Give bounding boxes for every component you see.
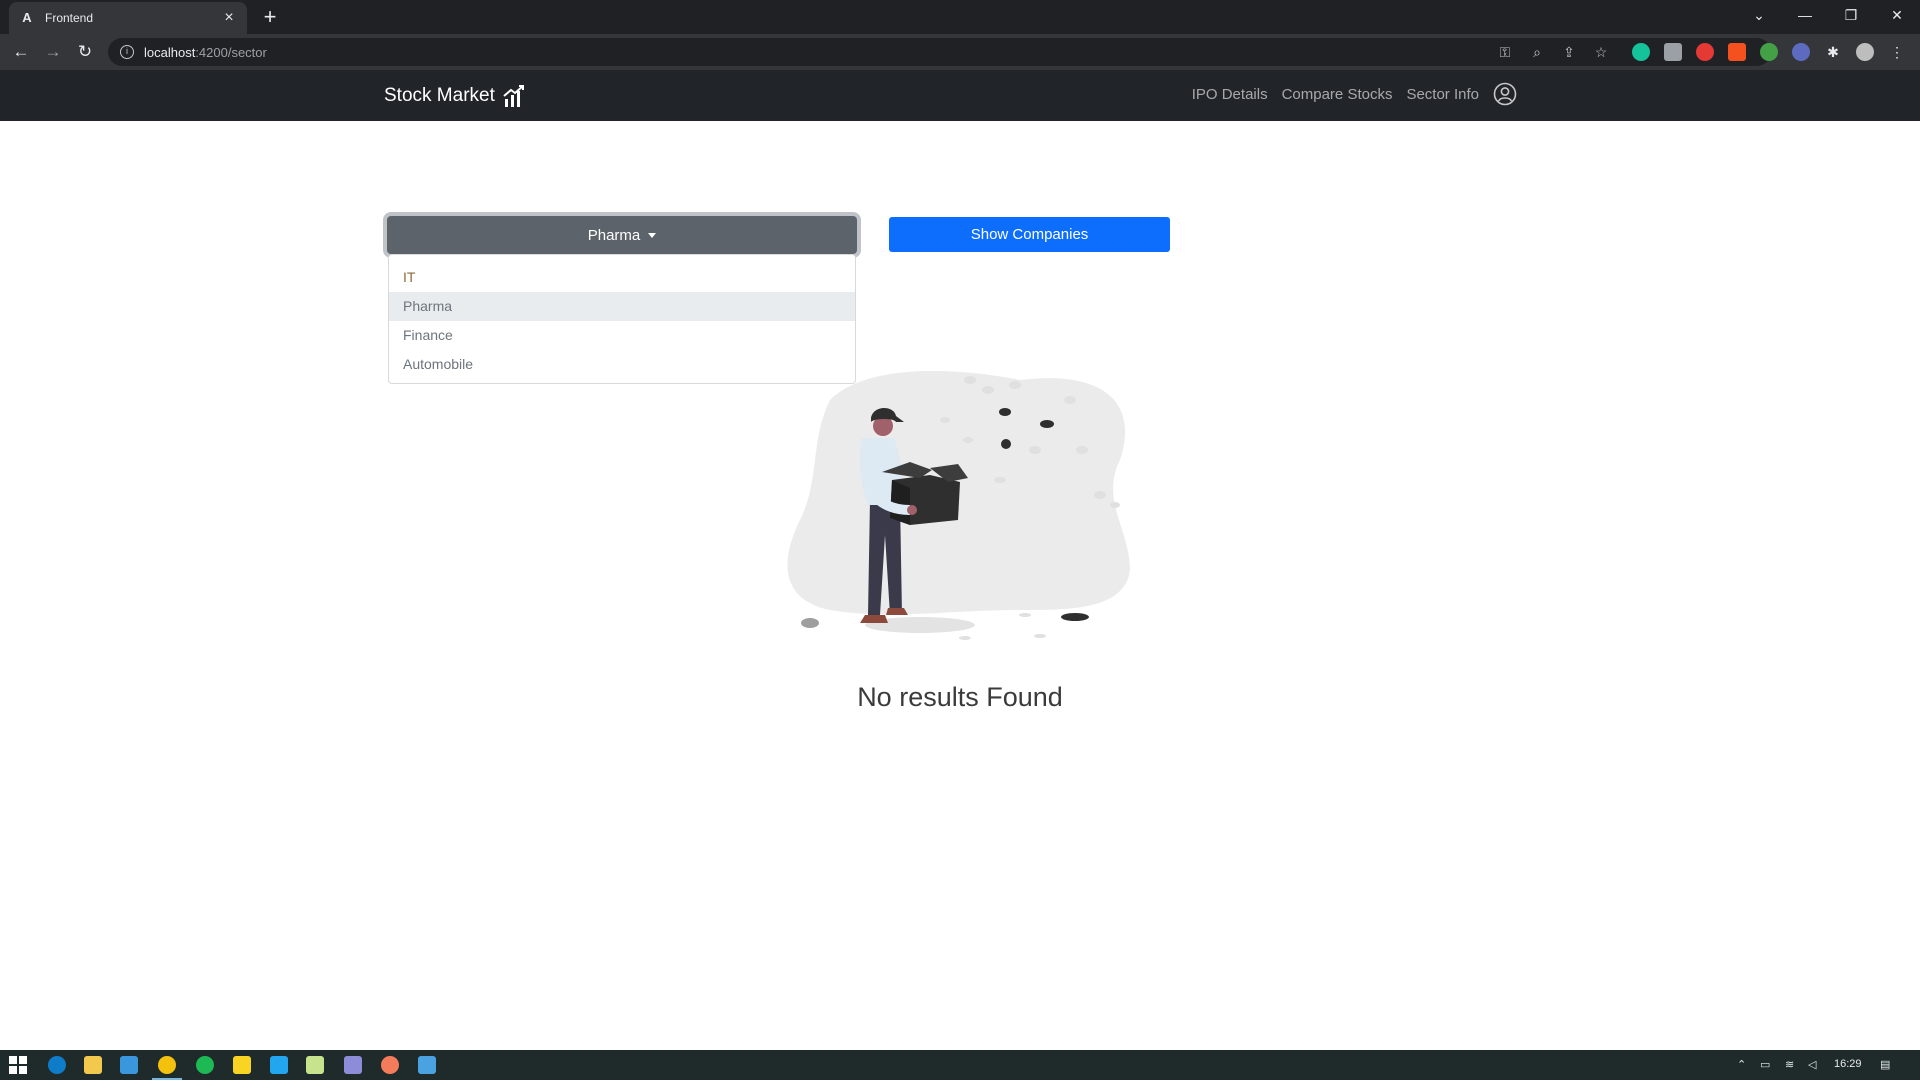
share-icon[interactable]: ⇪ [1560, 43, 1578, 61]
battery-icon[interactable]: ▭ [1760, 1058, 1770, 1071]
user-profile-icon[interactable] [1493, 82, 1517, 106]
restore-button[interactable]: ❐ [1828, 0, 1874, 30]
sticky-notes-icon[interactable] [233, 1056, 251, 1074]
empty-box-illustration [787, 371, 1130, 640]
clock[interactable]: 16:29 [1834, 1058, 1862, 1070]
wifi-icon[interactable]: ≋ [1785, 1058, 1794, 1071]
nav-link-ipo-details[interactable]: IPO Details [1192, 86, 1268, 103]
close-window-button[interactable]: ✕ [1874, 0, 1920, 30]
site-info-icon[interactable]: i [120, 45, 134, 59]
dropdown-item-finance[interactable]: Finance [389, 321, 855, 350]
tab-search-icon[interactable]: ⌄ [1736, 0, 1782, 30]
close-tab-icon[interactable]: × [221, 9, 237, 27]
menu-kebab-icon[interactable]: ⋮ [1888, 43, 1906, 61]
zoom-icon[interactable]: ⌕ [1528, 43, 1546, 61]
minimize-button[interactable]: — [1782, 0, 1828, 30]
notification-icon[interactable]: ▤ [1880, 1058, 1890, 1071]
nav-links: IPO Details Compare Stocks Sector Info [1178, 82, 1517, 106]
store-icon[interactable] [120, 1056, 138, 1074]
sector-dropdown-button[interactable]: Pharma [387, 216, 857, 254]
grammarly-extension-icon[interactable] [1632, 43, 1650, 61]
windows-taskbar: ⌃ ▭ ≋ ◁ 16:29 ▤ [0, 1050, 1920, 1080]
url-host: localhost [144, 44, 196, 60]
caret-down-icon [648, 232, 657, 238]
extensions-puzzle-icon[interactable]: ✱ [1824, 43, 1842, 61]
tray-chevron-icon[interactable]: ⌃ [1737, 1058, 1746, 1071]
stock-chart-icon [503, 85, 524, 107]
back-arrow-icon[interactable]: ← [8, 39, 34, 65]
key-icon[interactable]: ⚿ [1496, 43, 1514, 61]
red-extension-icon[interactable] [1696, 43, 1714, 61]
volume-icon[interactable]: ◁ [1808, 1058, 1816, 1071]
vscode-icon[interactable] [270, 1056, 288, 1074]
browser-toolbar: ← → ↻ i localhost:4200/sector ⚿ ⌕ ⇪ ☆ ✱ … [0, 34, 1920, 70]
forward-arrow-icon[interactable]: → [40, 39, 66, 65]
show-companies-button[interactable]: Show Companies [889, 217, 1170, 252]
browser-tab[interactable]: A Frontend × [9, 2, 247, 34]
dropdown-item-it[interactable]: IT [389, 263, 855, 292]
globe-extension-icon[interactable] [1792, 43, 1810, 61]
brand-title: Stock Market [384, 85, 495, 106]
spotify-icon[interactable] [196, 1056, 214, 1074]
nav-link-sector-info[interactable]: Sector Info [1406, 86, 1479, 103]
brand[interactable]: Stock Market [384, 84, 525, 108]
new-tab-button[interactable]: + [258, 6, 282, 28]
bookmark-star-icon[interactable]: ☆ [1592, 43, 1610, 61]
angular-favicon-icon: A [22, 10, 32, 25]
windows-start-icon[interactable] [9, 1056, 27, 1074]
nav-link-compare-stocks[interactable]: Compare Stocks [1282, 86, 1393, 103]
app-window-icon[interactable] [418, 1056, 436, 1074]
terminal-icon[interactable] [344, 1056, 362, 1074]
dropdown-item-pharma[interactable]: Pharma [389, 292, 855, 321]
address-bar[interactable]: i localhost:4200/sector [108, 38, 1771, 66]
profile-avatar-icon[interactable] [1856, 43, 1874, 61]
edge-icon[interactable] [48, 1056, 66, 1074]
no-results-message: No results Found [857, 682, 1063, 712]
tree-extension-icon[interactable] [1760, 43, 1778, 61]
w-extension-icon[interactable] [1728, 43, 1746, 61]
file-explorer-icon[interactable] [84, 1056, 102, 1074]
tab-title: Frontend [45, 11, 94, 25]
camera-extension-icon[interactable] [1664, 43, 1682, 61]
selected-sector: Pharma [587, 226, 641, 244]
url-path: :4200/sector [195, 44, 267, 60]
chrome-icon[interactable] [158, 1056, 176, 1074]
reload-icon[interactable]: ↻ [72, 39, 98, 65]
notepad-icon[interactable] [306, 1056, 324, 1074]
app-navbar: Stock Market IPO Details Compare Stocks … [0, 70, 1920, 121]
browser-tabbar: A Frontend × + ⌄ — ❐ ✕ [0, 0, 1920, 34]
postman-icon[interactable] [381, 1056, 399, 1074]
